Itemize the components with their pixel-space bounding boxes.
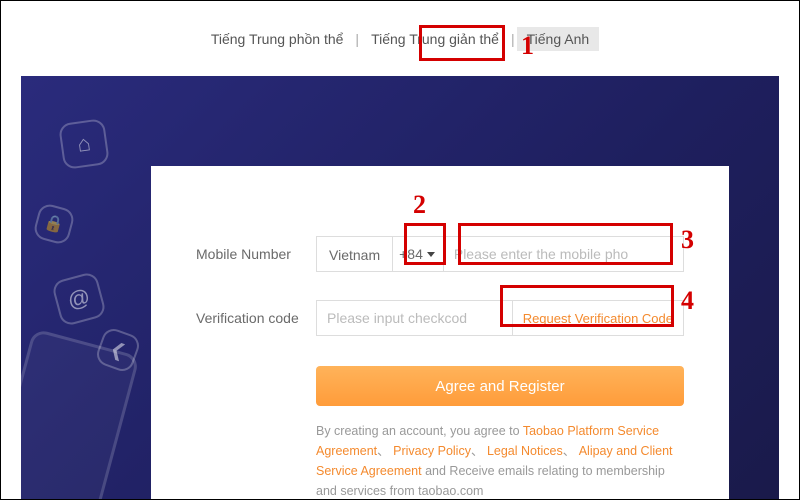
- lock-icon: 🔒: [32, 202, 76, 246]
- legal-text: By creating an account, you agree to Tao…: [316, 421, 684, 499]
- lang-option-simplified[interactable]: Tiếng Trung giản thể: [361, 27, 509, 51]
- legal-pre: By creating an account, you agree to: [316, 424, 520, 438]
- lang-separator: |: [509, 31, 517, 47]
- register-card: Mobile Number Vietnam +84 Please enter t…: [151, 166, 729, 499]
- lang-separator: |: [353, 31, 361, 47]
- lang-option-english[interactable]: Tiếng Anh: [517, 27, 600, 51]
- legal-sep: 、: [471, 444, 484, 458]
- mobile-label: Mobile Number: [196, 246, 316, 262]
- phone-outline-icon: [21, 328, 140, 499]
- at-icon: @: [51, 271, 107, 327]
- link-legal-notices[interactable]: Legal Notices: [487, 444, 563, 458]
- calling-code-select[interactable]: +84: [393, 236, 444, 272]
- legal-sep: 、: [563, 444, 576, 458]
- tv-icon: ⌂: [58, 118, 110, 170]
- link-privacy-policy[interactable]: Privacy Policy: [393, 444, 471, 458]
- agree-register-button[interactable]: Agree and Register: [316, 366, 684, 406]
- hero-panel: ⌂ 🔒 @ ❮ Mobile Number Vietnam +84 Please…: [21, 76, 779, 499]
- verification-label: Verification code: [196, 310, 316, 326]
- country-select[interactable]: Vietnam: [316, 236, 393, 272]
- legal-sep: 、: [377, 444, 390, 458]
- language-bar: Tiếng Trung phồn thể | Tiếng Trung giản …: [1, 1, 799, 76]
- phone-input[interactable]: Please enter the mobile pho: [444, 236, 684, 272]
- chevron-down-icon: [427, 252, 435, 257]
- mobile-row: Mobile Number Vietnam +84 Please enter t…: [196, 236, 684, 272]
- lang-option-traditional[interactable]: Tiếng Trung phồn thể: [201, 27, 354, 51]
- calling-code-text: +84: [399, 236, 423, 272]
- verification-input[interactable]: Please input checkcod: [316, 300, 513, 336]
- verification-row: Verification code Please input checkcod …: [196, 300, 684, 336]
- request-code-button[interactable]: Request Verification Code: [513, 300, 684, 336]
